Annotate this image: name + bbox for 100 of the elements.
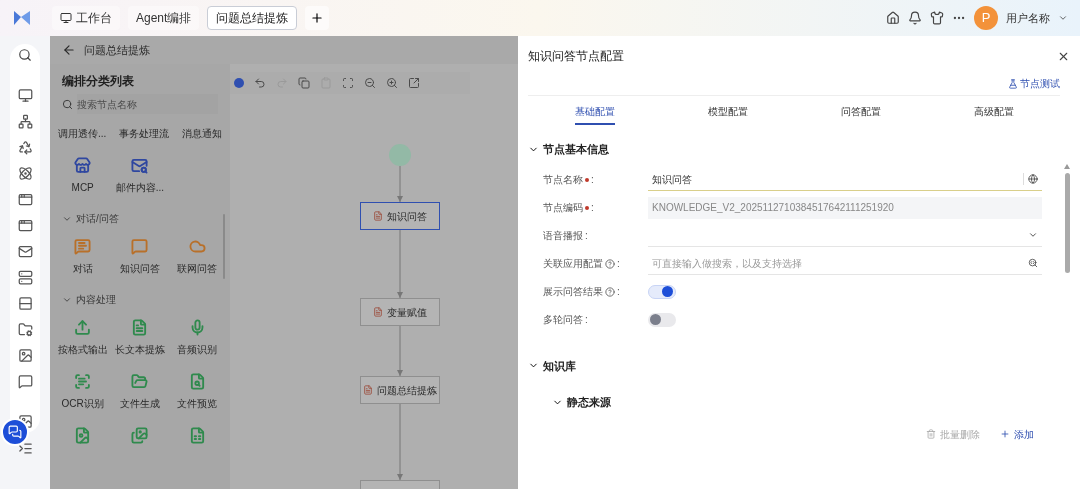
user-name[interactable]: 用户名称 [1006, 9, 1050, 27]
window-icon[interactable] [17, 218, 33, 233]
name-field[interactable]: 知识问答 [648, 168, 1042, 191]
field-label: 节点名称 [543, 173, 583, 187]
group-header[interactable]: 对话/问答 [76, 211, 119, 226]
node-type-label[interactable]: 联网问答 [177, 261, 218, 276]
trash-icon [926, 429, 936, 439]
node-icon [373, 307, 383, 317]
flow-node[interactable]: 知识问答 [360, 202, 440, 230]
config-tab[interactable]: 问答配置 [840, 104, 881, 125]
node-type-label[interactable]: OCR识别 [61, 396, 104, 411]
chat-icon [8, 425, 22, 439]
section-title[interactable]: 节点基本信息 [543, 141, 609, 158]
export-icon[interactable] [408, 77, 420, 89]
lookup-field[interactable]: 可直接输入做搜索，以及支持选择 [648, 253, 1024, 273]
search-icon [62, 98, 73, 110]
monitor-icon[interactable] [17, 88, 33, 103]
back-icon[interactable] [62, 43, 76, 57]
add-tab-button[interactable] [305, 6, 330, 30]
zoom-in-icon[interactable] [386, 77, 398, 89]
plus-icon [310, 11, 325, 25]
folder-icon[interactable] [17, 322, 33, 337]
node-type-label[interactable]: 邮件内容... [115, 180, 165, 195]
node-type-label[interactable]: 对话 [72, 261, 93, 276]
node-icon [363, 385, 373, 395]
label-colon: : [585, 313, 588, 327]
node-type-label[interactable]: 文件生成 [120, 396, 160, 411]
tab[interactable]: 问题总结提炼 [207, 6, 298, 30]
message-icon[interactable] [17, 374, 33, 389]
window-icon[interactable] [17, 192, 33, 207]
server-icon[interactable] [17, 270, 33, 285]
search-icon[interactable] [18, 48, 32, 62]
image-icon[interactable] [17, 348, 33, 363]
config-tab[interactable]: 基础配置 [574, 104, 615, 125]
recycle-icon[interactable] [17, 140, 33, 155]
plus-icon [1000, 429, 1010, 439]
flow-node[interactable]: 问题总结提炼 [360, 376, 440, 404]
node-type-label[interactable]: 文件预览 [177, 396, 218, 411]
zoom-out-icon[interactable] [364, 77, 376, 89]
label-colon: : [591, 201, 594, 215]
flow-node[interactable]: 变量赋值 [360, 298, 440, 326]
field-label: 多轮问答 [543, 313, 583, 327]
rows-icon[interactable] [17, 296, 33, 311]
start-node[interactable] [389, 144, 411, 166]
category-tab[interactable]: 调用透传... [58, 126, 107, 141]
label-colon: : [591, 173, 594, 187]
field-label: 节点编码 [543, 201, 583, 215]
node-icon [373, 211, 383, 221]
bell-icon[interactable] [908, 11, 922, 25]
collapse-icon[interactable] [17, 441, 33, 456]
field-label: 语音播报 [543, 229, 583, 243]
caret-icon [1028, 230, 1038, 240]
caret-icon[interactable] [1058, 13, 1068, 23]
section-title[interactable]: 知识库 [543, 357, 576, 374]
config-tab[interactable]: 模型配置 [707, 104, 748, 125]
undo-icon[interactable] [254, 77, 266, 89]
help-icon[interactable] [605, 286, 615, 297]
category-tab[interactable]: 消息通知 [182, 126, 222, 141]
node-type-label[interactable]: MCP [71, 180, 94, 195]
network-icon[interactable] [17, 114, 33, 129]
assistant-button[interactable] [1, 418, 29, 446]
drawer-title: 知识问答节点配置 [528, 48, 624, 65]
subsection-title[interactable]: 静态来源 [567, 394, 611, 411]
logo-icon [12, 8, 32, 28]
node-type-label[interactable]: 按格式输出 [57, 342, 108, 357]
copy-icon[interactable] [298, 77, 310, 89]
scrollbar-thumb[interactable] [1064, 173, 1070, 273]
shirt-icon[interactable] [930, 11, 944, 25]
tab[interactable]: Agent编排 [128, 6, 200, 30]
group-header[interactable]: 内容处理 [76, 292, 116, 307]
globe-icon[interactable] [1028, 174, 1038, 184]
page-title: 问题总结提炼 [84, 42, 150, 58]
add-button[interactable]: 添加 [1000, 426, 1034, 442]
collapse-panel-button[interactable] [234, 78, 244, 88]
lookup-icon[interactable] [1028, 258, 1038, 268]
panel-title: 编排分类列表 [61, 73, 135, 90]
field-label: 关联应用配置 [543, 257, 603, 271]
tab[interactable]: 工作台 [52, 6, 120, 30]
atom-icon[interactable] [17, 166, 33, 181]
search-field[interactable]: 搜索节点名称 [77, 94, 218, 114]
store-icon[interactable] [74, 157, 92, 174]
code-field[interactable]: KNOWLEDGE_V2_2025112710384517642111251920 [648, 196, 1042, 219]
field-label: 展示问答结果 [543, 285, 603, 299]
mail-icon[interactable] [17, 244, 33, 259]
home-icon[interactable] [886, 11, 900, 25]
node-type-label[interactable]: 知识问答 [120, 261, 160, 276]
label-colon: : [617, 257, 620, 271]
help-icon[interactable] [605, 258, 615, 269]
toggle-switch[interactable] [648, 284, 676, 299]
node-type-label[interactable]: 长文本提炼 [115, 342, 165, 357]
node-type-label[interactable]: 音频识别 [177, 342, 218, 357]
monitor-icon [60, 12, 72, 24]
category-tab[interactable]: 事务处理流 [119, 126, 170, 141]
config-tab[interactable]: 高级配置 [973, 104, 1014, 125]
toggle-switch[interactable] [648, 312, 676, 327]
label-colon: : [585, 229, 588, 243]
node-test-button[interactable]: 节点测试 [1008, 76, 1060, 91]
mail-search-icon[interactable] [131, 157, 149, 174]
fit-icon[interactable] [342, 77, 354, 89]
label-colon: : [617, 285, 620, 299]
